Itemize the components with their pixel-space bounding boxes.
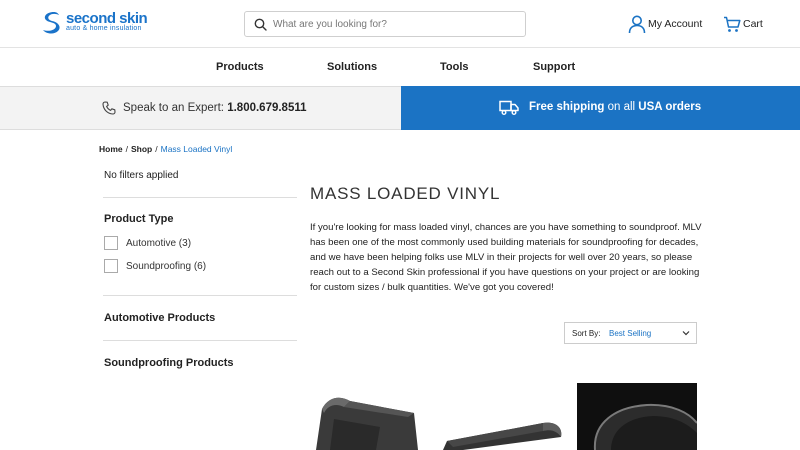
automotive-products-link[interactable]: Automotive Products bbox=[104, 312, 215, 324]
mlv-roll-image bbox=[443, 422, 562, 450]
expert-text: Speak to an Expert: 1.800.679.8511 bbox=[123, 102, 307, 114]
filter-soundproofing[interactable]: Soundproofing (6) bbox=[104, 259, 206, 273]
logo-mark-icon bbox=[43, 12, 60, 34]
nav-item-solutions[interactable]: Solutions bbox=[327, 61, 377, 73]
breadcrumb-current: Mass Loaded Vinyl bbox=[160, 144, 233, 154]
breadcrumb-shop[interactable]: Shop bbox=[131, 144, 152, 154]
filter-soundproofing-label: Soundproofing (6) bbox=[126, 260, 207, 272]
filter-soundproofing-checkbox[interactable] bbox=[104, 259, 118, 273]
site-header: second skin auto & home insulation My Ac… bbox=[0, 0, 800, 48]
search-icon[interactable] bbox=[254, 18, 267, 31]
phone-icon bbox=[102, 101, 116, 115]
filter-automotive-checkbox[interactable] bbox=[104, 236, 118, 250]
breadcrumb: Home / Shop / Mass Loaded Vinyl bbox=[99, 144, 232, 154]
sidebar-divider bbox=[103, 340, 297, 341]
nav-item-support[interactable]: Support bbox=[533, 61, 575, 73]
cart-icon bbox=[724, 16, 741, 32]
mlv-close-up-image bbox=[577, 383, 697, 450]
breadcrumb-separator: / bbox=[125, 144, 128, 154]
main-nav: Products Solutions Tools Support bbox=[0, 48, 800, 86]
shipping-banner[interactable]: Free shipping on all USA orders bbox=[401, 86, 800, 130]
product-type-heading[interactable]: Product Type bbox=[104, 213, 173, 225]
sort-value: Best Selling bbox=[609, 329, 652, 338]
sort-label: Sort By: bbox=[572, 329, 601, 338]
chevron-down-icon bbox=[682, 331, 690, 336]
my-account-link[interactable]: My Account bbox=[628, 14, 702, 34]
truck-icon bbox=[499, 100, 519, 115]
search-box[interactable] bbox=[244, 11, 526, 37]
category-description: If you're looking for mass loaded vinyl,… bbox=[310, 222, 702, 293]
product-image[interactable] bbox=[577, 383, 697, 450]
sort-select[interactable]: Sort By: Best Selling bbox=[564, 322, 697, 344]
no-filters-text: No filters applied bbox=[104, 170, 179, 181]
cart-label: Cart bbox=[743, 18, 763, 30]
product-image[interactable] bbox=[443, 383, 565, 450]
filter-automotive-label: Automotive (3) bbox=[126, 237, 192, 249]
search-input[interactable] bbox=[273, 15, 519, 33]
user-icon bbox=[628, 15, 646, 33]
nav-item-tools[interactable]: Tools bbox=[440, 61, 469, 73]
mlv-sheet-image bbox=[316, 397, 418, 450]
soundproofing-products-link[interactable]: Soundproofing Products bbox=[104, 357, 234, 369]
logo[interactable]: second skin auto & home insulation bbox=[40, 10, 150, 36]
breadcrumb-home[interactable]: Home bbox=[99, 144, 123, 154]
product-image[interactable] bbox=[310, 383, 430, 450]
breadcrumb-separator: / bbox=[155, 144, 158, 154]
page-title: MASS LOADED VINYL bbox=[310, 184, 501, 203]
nav-item-products[interactable]: Products bbox=[216, 61, 264, 73]
cart-link[interactable]: Cart bbox=[723, 14, 763, 34]
sidebar-divider bbox=[103, 197, 297, 198]
account-label: My Account bbox=[648, 18, 703, 30]
expert-phone[interactable]: 1.800.679.8511 bbox=[227, 102, 306, 114]
expert-banner[interactable]: Speak to an Expert: 1.800.679.8511 bbox=[0, 86, 401, 130]
shipping-text: Free shipping on all USA orders bbox=[529, 101, 702, 113]
logo-subtext: auto & home insulation bbox=[66, 25, 142, 32]
filter-automotive[interactable]: Automotive (3) bbox=[104, 236, 191, 250]
sidebar-divider bbox=[103, 295, 297, 296]
